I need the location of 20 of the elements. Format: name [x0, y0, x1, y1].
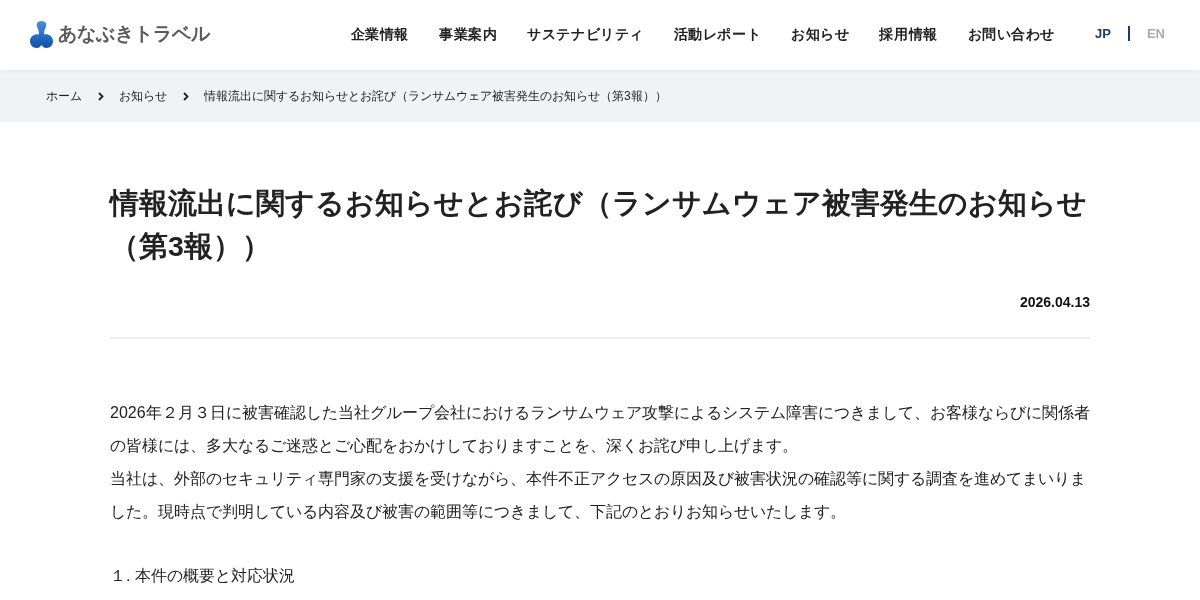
logo-icon: [30, 20, 53, 48]
nav-link[interactable]: お知らせ: [791, 26, 850, 44]
nav-link[interactable]: お問い合わせ: [967, 26, 1056, 44]
nav-link[interactable]: 活動レポート: [673, 26, 762, 44]
chevron-icon: [98, 91, 104, 101]
logo-link[interactable]: あなぶきトラベル: [30, 20, 210, 48]
nav-link[interactable]: 企業情報: [350, 26, 410, 44]
section-heading: １. 本件の概要と対応状況: [110, 566, 296, 586]
breadcrumb-link[interactable]: ホーム: [46, 87, 82, 105]
language-link[interactable]: JP: [1095, 26, 1111, 41]
body-paragraph: 2026年２月３日に被害確認した当社グループ会社におけるランサムウェア攻撃によるシステム障害につきまして、お客様ならびに関係者の皆様には、多大なるご迷惑とご心配をおかけしておりますことを、深くお詫び申し上げます。: [110, 403, 1091, 456]
nav-link[interactable]: 事業案内: [439, 26, 498, 44]
breadcrumb-current: 情報流出に関するお知らせとお詫び（ランサムウェア被害発生のお知らせ（第3報））: [204, 87, 667, 105]
chevron-icon: [183, 91, 189, 101]
nav-link[interactable]: 採用情報: [879, 26, 938, 44]
nav-link[interactable]: サステナビリティ: [527, 26, 644, 44]
breadcrumb-link[interactable]: お知らせ: [119, 87, 167, 105]
article-title: 情報流出に関するお知らせとお詫び（ランサムウェア被害発生のお知らせ（第3報））: [110, 186, 1088, 264]
body-paragraph: 当社は、外部のセキュリティ専門家の支援を受けながら、本件不正アクセスの原因及び被害状況の確認等に関する調査を進めてまいりました。現時点で判明している内容及び被害の範囲等につきまして、下記のとおりお知らせいたします。: [110, 469, 1087, 522]
article-date: 2026.04.13: [1018, 293, 1090, 312]
